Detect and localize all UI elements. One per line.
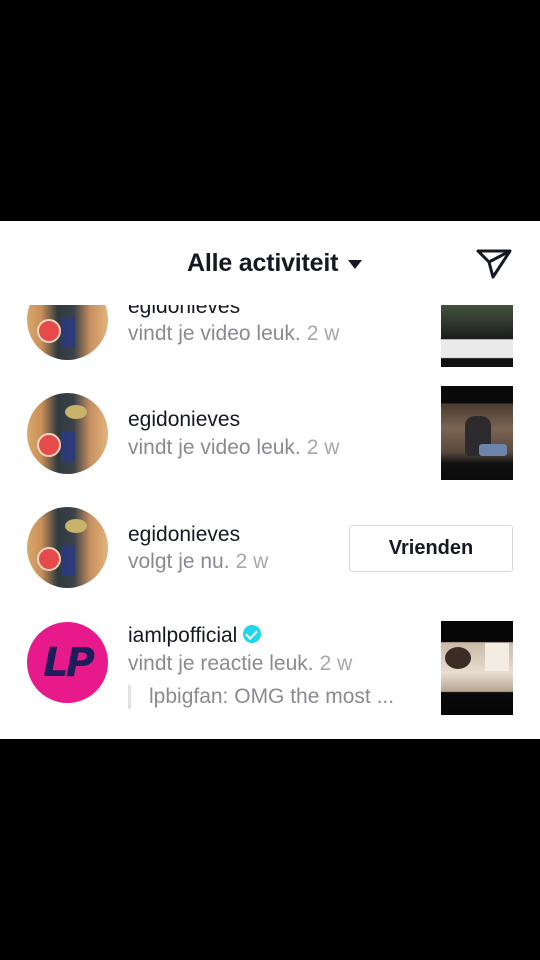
username[interactable]: egidonieves <box>128 523 240 547</box>
caret-down-icon <box>348 259 363 269</box>
header: Alle activiteit <box>0 221 540 305</box>
page-title: Alle activiteit <box>187 248 339 277</box>
avatar[interactable] <box>27 507 108 588</box>
timestamp: 2 w <box>306 436 340 459</box>
avatar-logo-text: LP <box>43 639 95 686</box>
username[interactable]: iamlpofficial <box>128 624 237 647</box>
activity-filter-dropdown[interactable]: Alle activiteit <box>187 245 363 281</box>
username-wrap: iamlpofficial <box>128 624 262 648</box>
timestamp: 2 w <box>306 322 340 345</box>
activity-text: vindt je video leuk. 2 w <box>128 436 339 460</box>
video-thumbnail[interactable] <box>441 621 513 715</box>
avatar[interactable]: LP <box>27 622 108 703</box>
activity-text: vindt je reactie leuk. 2 w <box>128 652 352 676</box>
paper-plane-icon[interactable] <box>476 246 512 280</box>
timestamp: 2 w <box>319 652 353 675</box>
avatar-image <box>27 393 108 474</box>
timestamp: 2 w <box>235 550 269 573</box>
activity-action: volgt je nu. <box>128 550 230 573</box>
activity-action: vindt je reactie leuk. <box>128 652 314 675</box>
activity-action: vindt je video leuk. <box>128 436 301 459</box>
comment-quote[interactable]: lpbigfan: OMG the most ... <box>128 685 394 709</box>
activity-text: volgt je nu. 2 w <box>128 550 268 574</box>
activity-text: vindt je video leuk. 2 w <box>128 322 339 346</box>
username[interactable]: egidonieves <box>128 408 240 432</box>
avatar[interactable] <box>27 393 108 474</box>
activity-panel: egidonieves vindt je video leuk. 2 w egid… <box>0 221 540 739</box>
video-thumbnail[interactable] <box>441 386 513 480</box>
friends-button[interactable]: Vrienden <box>349 525 513 572</box>
activity-action: vindt je video leuk. <box>128 322 301 345</box>
avatar-image <box>27 507 108 588</box>
verified-badge-icon <box>243 625 262 644</box>
avatar-image: LP <box>27 622 108 703</box>
